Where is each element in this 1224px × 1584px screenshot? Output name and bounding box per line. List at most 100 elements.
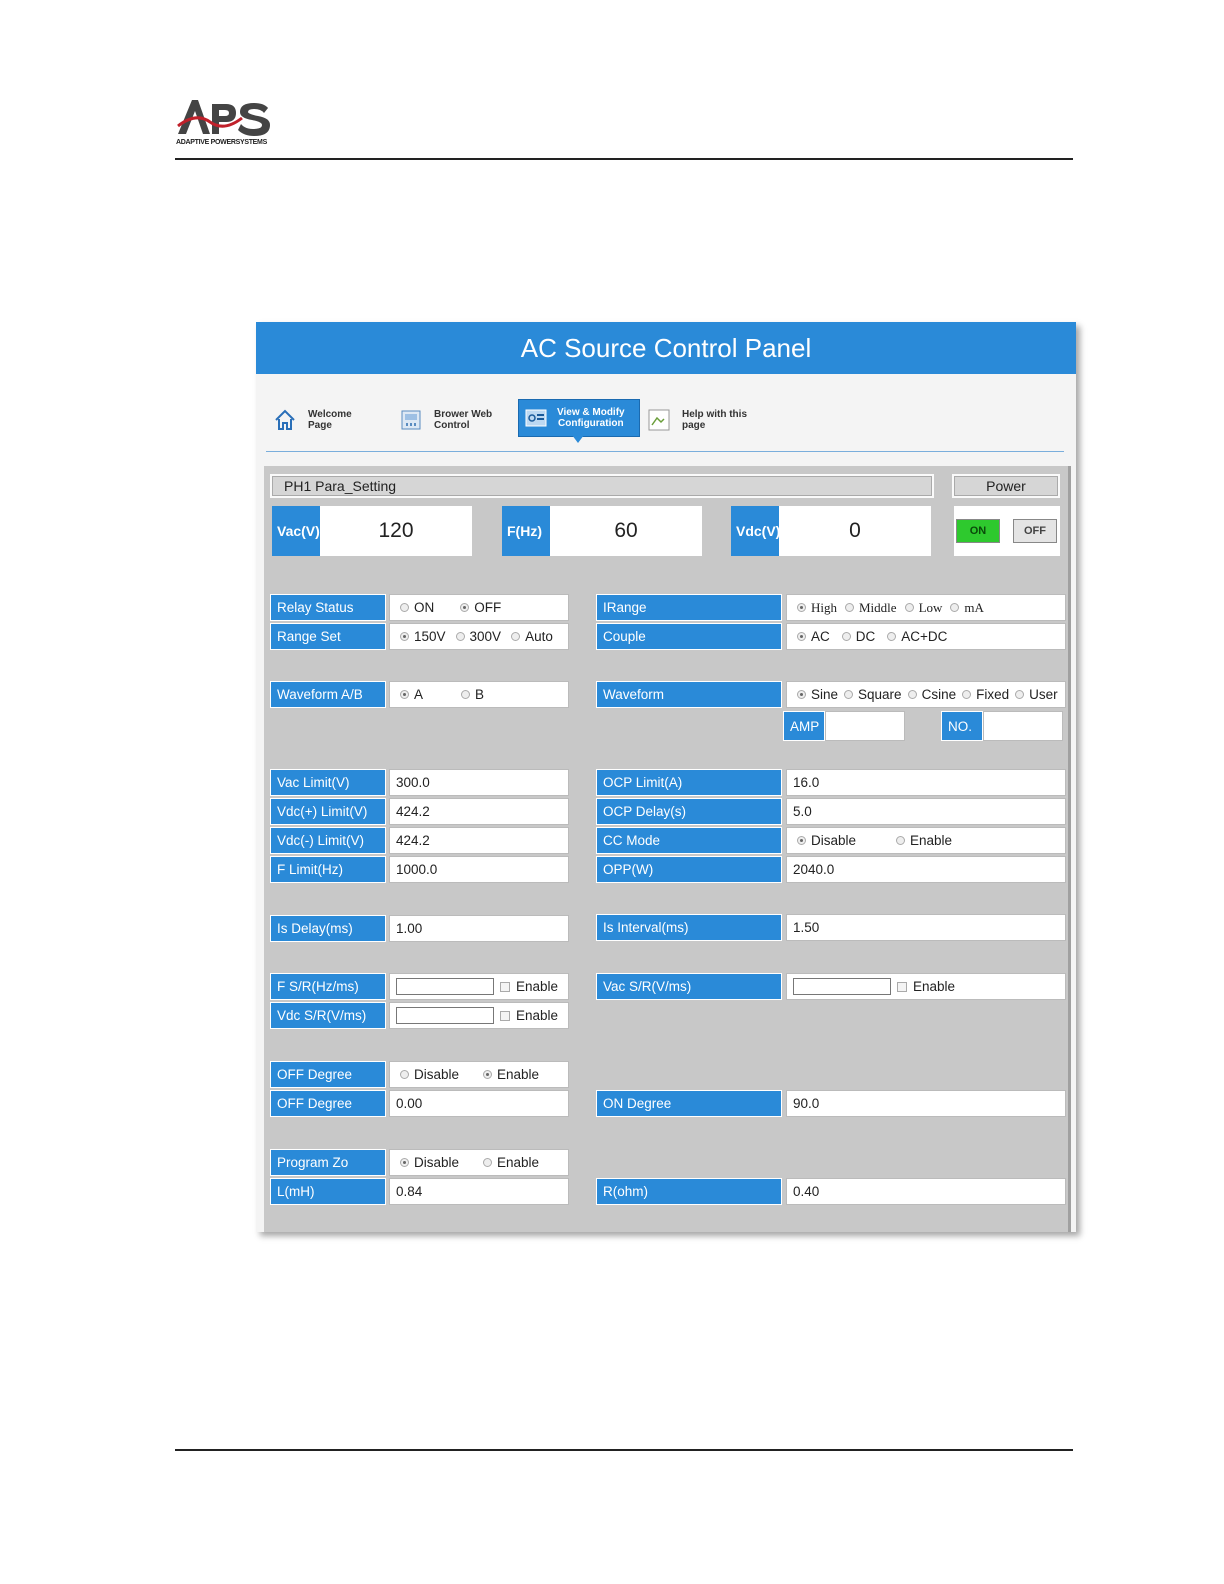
range-150v-option[interactable]: 150V: [400, 629, 446, 644]
vac-sr-label: Vac S/R(V/ms): [596, 973, 782, 1000]
vac-limit-input[interactable]: 300.0: [389, 769, 569, 796]
logo-subtitle: ADAPTIVE POWERSYSTEMS: [176, 139, 267, 146]
nav-help[interactable]: Help with this page: [646, 404, 747, 436]
nav-view-modify-label: View & Modify Configuration: [557, 407, 625, 429]
vac-sr-input[interactable]: [793, 978, 891, 995]
vdc-value[interactable]: 0: [779, 506, 931, 556]
header-divider: [175, 158, 1073, 160]
waveform-csine-option[interactable]: Csine: [907, 687, 956, 702]
power-header: Power: [952, 474, 1060, 498]
irange-low-option[interactable]: Low: [904, 600, 942, 616]
vdc-plus-limit-label: Vdc(+) Limit(V): [270, 798, 386, 825]
vac-value[interactable]: 120: [320, 506, 472, 556]
f-limit-input[interactable]: 1000.0: [389, 856, 569, 883]
program-zo-disable-option[interactable]: Disable: [400, 1155, 459, 1170]
is-interval-input[interactable]: 1.50: [786, 914, 1066, 941]
nav-welcome[interactable]: Welcome Page: [272, 404, 352, 436]
ocp-limit-input[interactable]: 16.0: [786, 769, 1066, 796]
irange-high-option[interactable]: High: [797, 600, 837, 616]
freq-label: F(Hz): [502, 506, 550, 556]
on-degree-input[interactable]: 90.0: [786, 1090, 1066, 1117]
irange-ma-option[interactable]: mA: [950, 600, 984, 616]
off-degree-mode-options: Disable Enable: [389, 1061, 569, 1088]
r-ohm-input[interactable]: 0.40: [786, 1178, 1066, 1205]
ocp-limit-label: OCP Limit(A): [596, 769, 782, 796]
vdc-minus-limit-label: Vdc(-) Limit(V): [270, 827, 386, 854]
footer-divider: [175, 1449, 1073, 1451]
couple-acdc-option[interactable]: AC+DC: [887, 629, 947, 644]
f-sr-input[interactable]: [396, 978, 494, 995]
range-set-label: Range Set: [270, 623, 386, 650]
vdc-sr-input[interactable]: [396, 1007, 494, 1024]
nav-welcome-label: Welcome Page: [308, 409, 352, 431]
relay-status-label: Relay Status: [270, 594, 386, 621]
off-degree-enable-option[interactable]: Enable: [483, 1067, 539, 1082]
range-auto-option[interactable]: Auto: [511, 629, 553, 644]
program-zo-enable-option[interactable]: Enable: [483, 1155, 539, 1170]
waveform-label: Waveform: [596, 681, 782, 708]
waveform-options: Sine Square Csine Fixed User: [786, 681, 1066, 708]
irange-middle-option[interactable]: Middle: [845, 600, 897, 616]
off-degree-disable-option[interactable]: Disable: [400, 1067, 459, 1082]
config-icon: [525, 408, 547, 428]
cc-mode-disable-option[interactable]: Disable: [797, 833, 856, 848]
range-300v-option[interactable]: 300V: [455, 629, 501, 644]
r-ohm-label: R(ohm): [596, 1178, 782, 1205]
ocp-delay-label: OCP Delay(s): [596, 798, 782, 825]
program-zo-label: Program Zo: [270, 1149, 386, 1176]
is-delay-input[interactable]: 1.00: [389, 915, 569, 942]
no-label: NO.: [941, 711, 983, 741]
irange-options: High Middle Low mA: [786, 594, 1066, 621]
waveform-sine-option[interactable]: Sine: [797, 687, 838, 702]
home-icon: [272, 407, 298, 433]
freq-value[interactable]: 60: [550, 506, 702, 556]
power-on-button[interactable]: ON: [956, 519, 1000, 543]
waveform-b-option[interactable]: B: [461, 687, 484, 702]
l-mh-input[interactable]: 0.84: [389, 1178, 569, 1205]
vdc-plus-limit-input[interactable]: 424.2: [389, 798, 569, 825]
is-interval-label: Is Interval(ms): [596, 914, 782, 941]
off-degree-value-label: OFF Degree: [270, 1090, 386, 1117]
nav-browser-control[interactable]: Brower Web Control: [398, 404, 492, 436]
waveform-fixed-option[interactable]: Fixed: [962, 687, 1009, 702]
range-set-options: 150V 300V Auto: [389, 623, 569, 650]
waveform-square-option[interactable]: Square: [844, 687, 902, 702]
off-degree-value-input[interactable]: 0.00: [389, 1090, 569, 1117]
couple-label: Couple: [596, 623, 782, 650]
panel-title: AC Source Control Panel: [256, 322, 1076, 374]
cc-mode-enable-option[interactable]: Enable: [896, 833, 952, 848]
off-degree-mode-label: OFF Degree: [270, 1061, 386, 1088]
opp-label: OPP(W): [596, 856, 782, 883]
waveform-a-option[interactable]: A: [400, 687, 423, 702]
vac-sr-enable-label: Enable: [913, 979, 956, 994]
power-off-button[interactable]: OFF: [1013, 519, 1057, 543]
opp-input[interactable]: 2040.0: [786, 856, 1066, 883]
ocp-delay-input[interactable]: 5.0: [786, 798, 1066, 825]
couple-options: AC DC AC+DC: [786, 623, 1066, 650]
nav-help-label: Help with this page: [682, 409, 747, 431]
vdc-sr-label: Vdc S/R(V/ms): [270, 1002, 386, 1029]
vac-sr-enable-checkbox[interactable]: [897, 981, 907, 992]
program-zo-options: Disable Enable: [389, 1149, 569, 1176]
vdc-sr-enable-checkbox[interactable]: [500, 1010, 510, 1021]
f-sr-enable-checkbox[interactable]: [500, 981, 510, 992]
no-input[interactable]: [983, 711, 1063, 741]
amp-input[interactable]: [825, 711, 905, 741]
cc-mode-options: Disable Enable: [786, 827, 1066, 854]
vac-sr-row: Enable: [786, 973, 1066, 1000]
vac-label: Vac(V): [272, 506, 320, 556]
f-sr-enable-label: Enable: [516, 979, 559, 994]
nav-view-modify[interactable]: View & Modify Configuration: [518, 399, 640, 437]
phase-title-text: PH1 Para_Setting: [284, 478, 397, 494]
couple-dc-option[interactable]: DC: [841, 629, 875, 644]
couple-ac-option[interactable]: AC: [797, 629, 830, 644]
relay-off-option[interactable]: OFF: [460, 600, 501, 615]
cc-mode-label: CC Mode: [596, 827, 782, 854]
relay-on-option[interactable]: ON: [400, 600, 434, 615]
l-mh-label: L(mH): [270, 1178, 386, 1205]
waveform-user-option[interactable]: User: [1015, 687, 1058, 702]
f-sr-row: Enable: [389, 973, 569, 1000]
power-label: Power: [986, 478, 1026, 494]
vdc-minus-limit-input[interactable]: 424.2: [389, 827, 569, 854]
f-sr-label: F S/R(Hz/ms): [270, 973, 386, 1000]
